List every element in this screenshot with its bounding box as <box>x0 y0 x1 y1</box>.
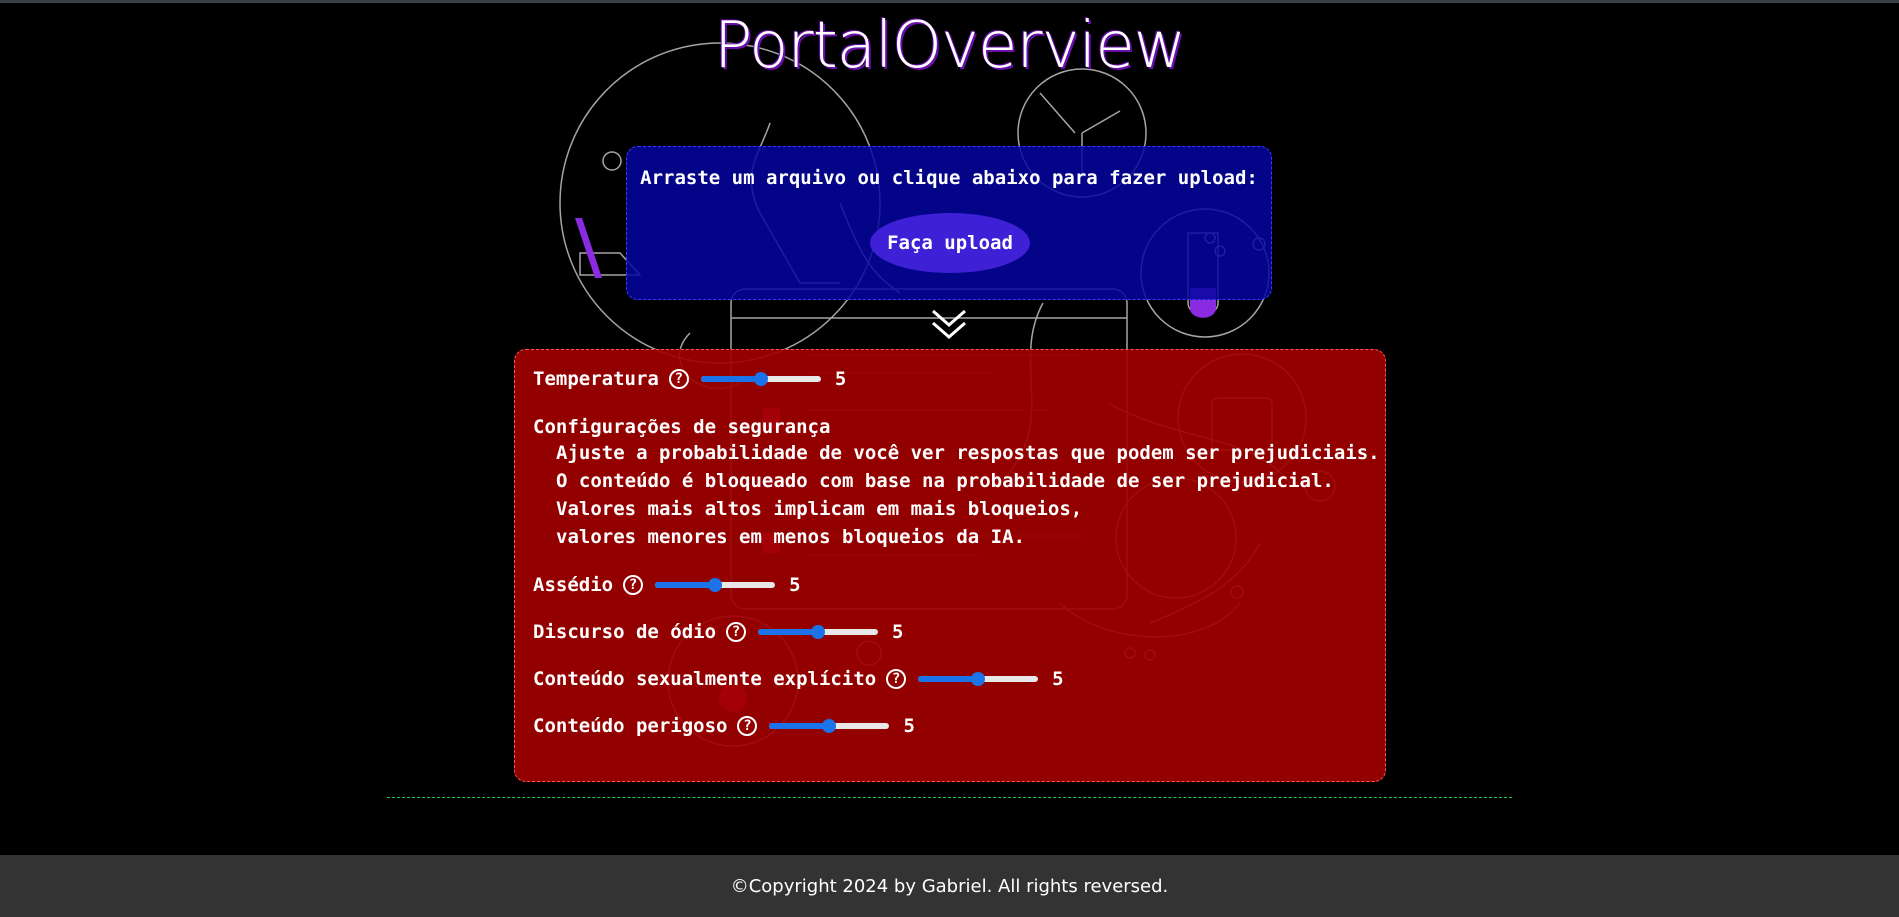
chevron-down-icon[interactable] <box>929 307 969 343</box>
harassment-label: Assédio <box>533 574 614 596</box>
slider-thumb[interactable] <box>822 719 837 733</box>
safety-description-line: valores menores em menos bloqueios da IA… <box>556 526 1025 548</box>
slider-thumb[interactable] <box>708 578 723 592</box>
dangerous-content-label: Conteúdo perigoso <box>533 715 728 737</box>
hate-speech-label: Discurso de ódio <box>533 621 717 643</box>
sexually-explicit-row: Conteúdo sexualmente explícito ? 5 <box>533 668 1064 690</box>
harassment-value: 5 <box>789 574 801 596</box>
safety-description-line: Valores mais altos implicam em mais bloq… <box>556 498 1083 520</box>
safety-description-line: Ajuste a probabilidade de você ver respo… <box>556 442 1380 464</box>
help-icon[interactable]: ? <box>886 669 907 689</box>
section-divider <box>387 797 1512 798</box>
safety-description-line: O conteúdo é bloqueado com base na proba… <box>556 470 1334 492</box>
dangerous-content-slider[interactable] <box>769 716 890 736</box>
slider-fill <box>918 676 979 682</box>
hate-speech-value: 5 <box>892 621 904 643</box>
footer-copyright: ©Copyright 2024 by Gabriel. All rights r… <box>730 875 1169 897</box>
page-title: PortalOverview <box>713 9 1186 83</box>
hate-speech-row: Discurso de ódio ? 5 <box>533 621 903 643</box>
footer: ©Copyright 2024 by Gabriel. All rights r… <box>0 855 1899 917</box>
sexually-explicit-value: 5 <box>1052 668 1064 690</box>
settings-panel: Temperatura ? 5 Configurações de seguran… <box>514 349 1386 782</box>
help-icon[interactable]: ? <box>726 622 747 642</box>
hate-speech-slider[interactable] <box>758 622 879 642</box>
slider-fill <box>655 582 716 588</box>
slider-fill <box>758 629 819 635</box>
harassment-row: Assédio ? 5 <box>533 574 801 596</box>
dangerous-content-value: 5 <box>903 715 915 737</box>
slider-thumb[interactable] <box>971 672 986 686</box>
safety-settings-title: Configurações de segurança <box>533 416 831 438</box>
temperature-row: Temperatura ? 5 <box>533 368 846 390</box>
sexually-explicit-slider[interactable] <box>918 669 1039 689</box>
slider-thumb[interactable] <box>811 625 826 639</box>
slider-thumb[interactable] <box>753 372 768 386</box>
slider-fill <box>769 723 830 729</box>
help-icon[interactable]: ? <box>668 369 689 389</box>
help-icon[interactable]: ? <box>737 716 758 736</box>
harassment-slider[interactable] <box>655 575 776 595</box>
sexually-explicit-label: Conteúdo sexualmente explícito <box>533 668 877 690</box>
dangerous-content-row: Conteúdo perigoso ? 5 <box>533 715 915 737</box>
temperature-label: Temperatura <box>533 368 659 390</box>
upload-button[interactable]: Faça upload <box>870 213 1030 273</box>
upload-instruction: Arraste um arquivo ou clique abaixo para… <box>640 167 1258 189</box>
upload-dropzone[interactable]: Arraste um arquivo ou clique abaixo para… <box>626 146 1272 300</box>
temperature-slider[interactable] <box>700 369 821 389</box>
help-icon[interactable]: ? <box>623 575 644 595</box>
temperature-value: 5 <box>834 368 847 390</box>
slider-fill <box>700 376 761 382</box>
